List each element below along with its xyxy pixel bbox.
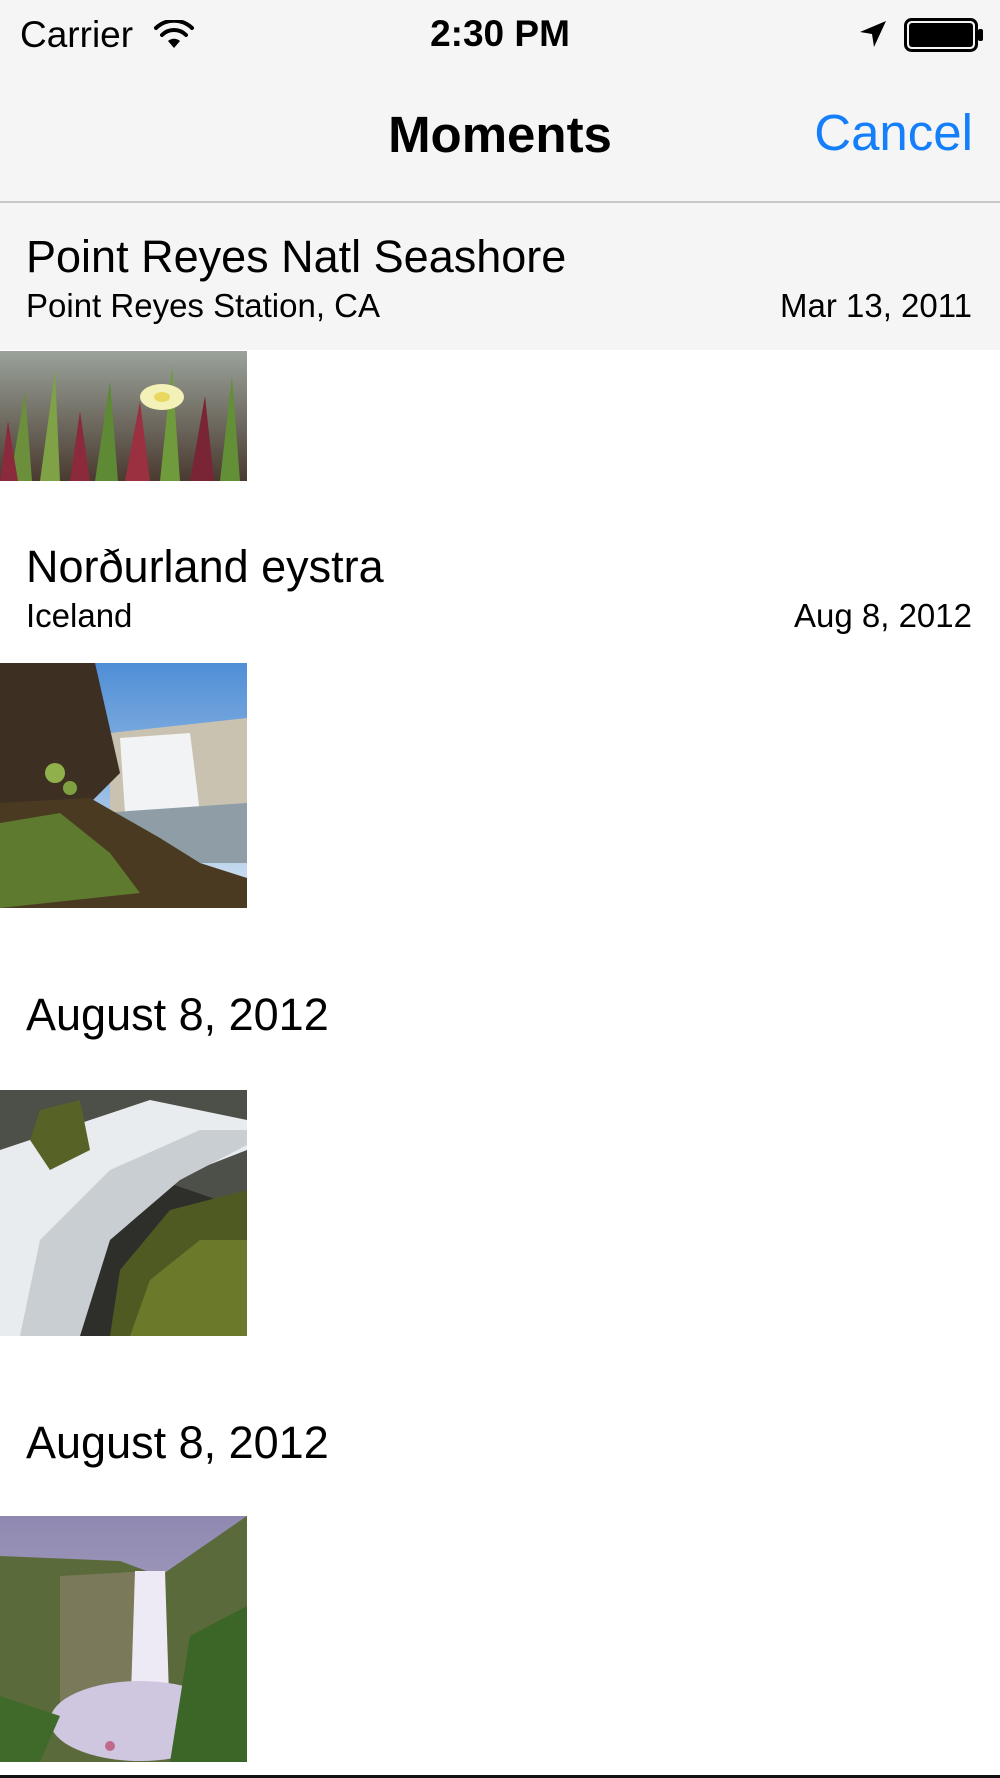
waterfall-canyon-mist-photo[interactable] (0, 1516, 247, 1762)
moment-date: Mar 13, 2011 (779, 287, 972, 324)
moment-title: Norðurland eystra (26, 541, 384, 592)
moment-header: August 8, 2012 (0, 1403, 1000, 1483)
moment-location: Point Reyes Station, CA (26, 287, 381, 324)
moment-header: Point Reyes Natl Seashore Point Reyes St… (0, 203, 1000, 350)
moment-date: Aug 8, 2012 (794, 597, 972, 634)
cascading-waterfall-moss-photo[interactable] (0, 1090, 247, 1336)
moment-title: August 8, 2012 (26, 989, 329, 1040)
moment-title: Point Reyes Natl Seashore (26, 231, 567, 282)
location-arrow-icon (860, 21, 886, 47)
moment-location: Iceland (26, 597, 133, 634)
waterfall-cliff-photo[interactable] (0, 663, 247, 908)
moment-header: August 8, 2012 (0, 975, 1000, 1055)
cancel-button[interactable]: Cancel (814, 102, 973, 164)
status-time: 2:30 PM (430, 13, 570, 54)
moment-header: Norðurland eystra Iceland Aug 8, 2012 (0, 515, 1000, 645)
moment-title: August 8, 2012 (26, 1417, 329, 1468)
battery-icon (904, 18, 983, 52)
status-bar: Carrier 2:30 PM (0, 0, 1000, 70)
ice-plant-flower-photo[interactable] (0, 351, 247, 481)
navigation-bar: Moments Cancel (0, 70, 1000, 203)
